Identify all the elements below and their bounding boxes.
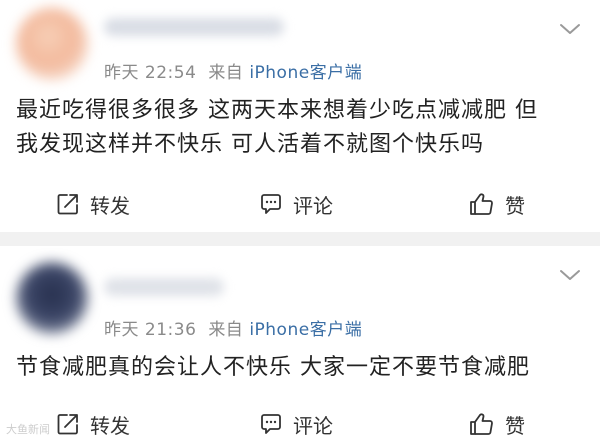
- avatar[interactable]: [16, 262, 88, 334]
- chevron-down-icon[interactable]: [558, 22, 582, 36]
- post-card: 昨天 21:36 来自 iPhone客户端 节食减肥真的会让人不快乐 大家一定不要…: [0, 246, 600, 447]
- post-time: 昨天 21:36: [104, 320, 197, 340]
- thumbs-up-icon: [470, 413, 493, 435]
- like-label: 赞: [505, 193, 525, 218]
- username-blurred[interactable]: [104, 278, 224, 296]
- from-label: 来自: [208, 320, 244, 340]
- repost-button[interactable]: 转发: [56, 404, 130, 444]
- like-button[interactable]: 赞: [469, 184, 525, 224]
- post-body: 最近吃得很多很多 这两天本来想着少吃点减减肥 但 我发现这样并不快乐 可人活着不…: [16, 94, 588, 162]
- post-body-line: 节食减肥真的会让人不快乐 大家一定不要节食减肥: [16, 355, 530, 380]
- avatar[interactable]: [16, 8, 88, 80]
- action-bar: 转发 评论 赞: [0, 404, 600, 444]
- thumbs-up-icon: [470, 193, 493, 215]
- post-time: 昨天 22:54: [104, 63, 197, 83]
- repost-icon: [57, 194, 78, 215]
- post-body-line: 我发现这样并不快乐 可人活着不就图个快乐吗: [16, 132, 484, 157]
- repost-icon: [57, 414, 78, 435]
- comment-icon: [261, 194, 281, 214]
- comment-button[interactable]: 评论: [259, 184, 333, 224]
- username-blurred[interactable]: [104, 18, 284, 36]
- source-link[interactable]: iPhone客户端: [249, 63, 362, 83]
- repost-label: 转发: [90, 193, 130, 218]
- post-separator: [0, 232, 600, 246]
- repost-label: 转发: [90, 413, 130, 438]
- comment-icon: [261, 414, 281, 434]
- post-meta: 昨天 21:36 来自 iPhone客户端: [104, 315, 362, 340]
- chevron-down-icon[interactable]: [558, 268, 582, 282]
- post-meta: 昨天 22:54 来自 iPhone客户端: [104, 58, 362, 83]
- watermark: 大鱼新闻: [6, 423, 50, 436]
- source-link[interactable]: iPhone客户端: [249, 320, 362, 340]
- post-body: 节食减肥真的会让人不快乐 大家一定不要节食减肥: [16, 351, 588, 385]
- comment-label: 评论: [293, 413, 333, 438]
- post-body-line: 最近吃得很多很多 这两天本来想着少吃点减减肥 但: [16, 98, 538, 123]
- action-bar: 转发 评论 赞: [0, 184, 600, 224]
- like-button[interactable]: 赞: [469, 404, 525, 444]
- comment-button[interactable]: 评论: [259, 404, 333, 444]
- like-label: 赞: [505, 413, 525, 438]
- from-label: 来自: [208, 63, 244, 83]
- comment-label: 评论: [293, 193, 333, 218]
- post-card: 昨天 22:54 来自 iPhone客户端 最近吃得很多很多 这两天本来想着少吃点…: [0, 0, 600, 232]
- repost-button[interactable]: 转发: [56, 184, 130, 224]
